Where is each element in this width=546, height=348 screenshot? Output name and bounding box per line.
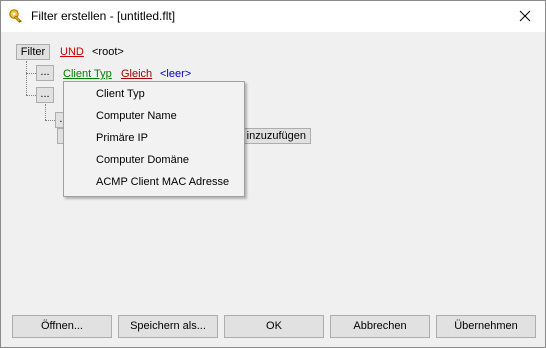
title-bar: Filter erstellen - [untitled.flt] <box>1 1 545 32</box>
row1-value[interactable]: <leer> <box>160 68 191 80</box>
open-button[interactable]: Öffnen... <box>12 315 112 338</box>
add-condition-label: inzuzufügen <box>246 130 306 142</box>
tree-connector <box>26 95 36 96</box>
cancel-button[interactable]: Abbrechen <box>330 315 430 338</box>
save-as-button[interactable]: Speichern als... <box>118 315 218 338</box>
menu-item-computer-name[interactable]: Computer Name <box>96 110 177 122</box>
tree-connector <box>26 73 36 74</box>
window-title: Filter erstellen - [untitled.flt] <box>31 9 176 23</box>
filter-dialog: Filter erstellen - [untitled.flt] Filter… <box>0 0 546 348</box>
menu-item-computer-domaene[interactable]: Computer Domäne <box>96 154 189 166</box>
root-operator-and[interactable]: UND <box>60 46 84 58</box>
filter-key-icon <box>9 9 22 23</box>
field-context-menu: Client Typ Computer Name Primäre IP Comp… <box>63 81 245 197</box>
filter-tree: Filter UND <root> ... Client Typ Gleich … <box>11 43 535 303</box>
row1-operator[interactable]: Gleich <box>121 68 152 80</box>
menu-item-client-typ[interactable]: Client Typ <box>96 88 145 100</box>
tree-connector <box>26 61 27 95</box>
apply-button[interactable]: Übernehmen <box>436 315 536 338</box>
dialog-body: Filter UND <root> ... Client Typ Gleich … <box>1 32 545 347</box>
menu-item-mac-adresse[interactable]: ACMP Client MAC Adresse <box>96 176 229 188</box>
row1-field[interactable]: Client Typ <box>63 68 112 80</box>
close-button[interactable] <box>505 1 545 32</box>
row2-ellipsis-button[interactable]: ... <box>36 87 54 103</box>
row1-ellipsis-button[interactable]: ... <box>36 65 54 81</box>
root-label: <root> <box>92 46 124 58</box>
filter-button[interactable]: Filter <box>16 44 50 60</box>
close-icon <box>519 10 531 22</box>
menu-item-primaere-ip[interactable]: Primäre IP <box>96 132 148 144</box>
ok-button[interactable]: OK <box>224 315 324 338</box>
tree-connector <box>45 104 46 120</box>
tree-connector <box>45 120 55 121</box>
